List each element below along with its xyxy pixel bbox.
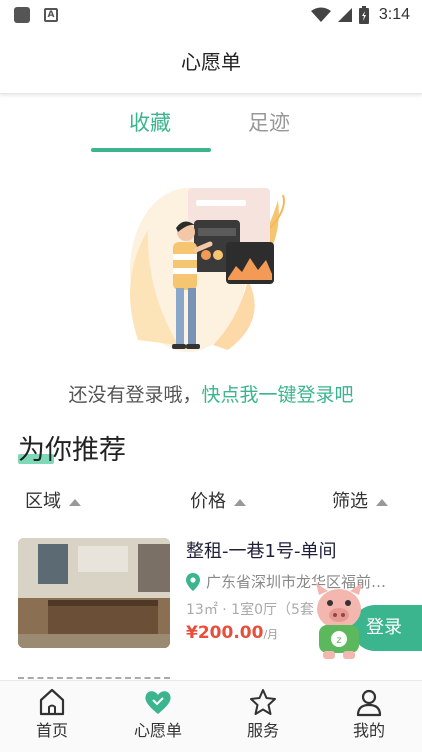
tabbar-label-services: 服务 <box>246 721 279 740</box>
listing-address: 广东省深圳市龙华区福前… <box>186 571 401 593</box>
home-icon <box>39 688 65 716</box>
listing-title: 整租-一巷1号-单间 <box>186 541 337 562</box>
filter-price[interactable]: 价格 <box>190 488 246 516</box>
listing-price: ¥200.00/月 <box>186 621 278 647</box>
active-tab-indicator <box>91 148 211 152</box>
page-title: 心愿单 <box>181 50 241 74</box>
empty-state-illustration <box>130 188 285 352</box>
login-prompt: 还没有登录哦，快点我一键登录吧 <box>0 381 422 409</box>
sort-up-icon <box>376 498 388 506</box>
status-indicators: 3:14 <box>310 5 410 25</box>
tab-favorites[interactable]: 收藏 <box>129 108 171 138</box>
listing-photo <box>18 538 170 648</box>
location-pin-icon <box>186 573 200 591</box>
filter-area-label: 区域 <box>25 491 61 512</box>
wishlist-tabs: 收藏 足迹 <box>0 98 422 156</box>
tabbar-label-mine: 我的 <box>352 721 385 740</box>
cell-signal-icon <box>337 8 352 22</box>
filter-more[interactable]: 筛选 <box>332 488 388 516</box>
filter-more-label: 筛选 <box>332 491 368 512</box>
status-time: 3:14 <box>378 6 410 23</box>
filter-price-label: 价格 <box>190 491 226 512</box>
listing-price-unit: /月 <box>263 628 279 641</box>
svg-text:z: z <box>336 635 341 646</box>
app-header: 心愿单 <box>0 30 422 94</box>
filter-area[interactable]: 区域 <box>25 488 81 516</box>
tabbar-item-home[interactable]: 首页 <box>12 687 92 742</box>
listing-price-value: ¥200.00 <box>186 623 264 643</box>
filter-bar: 区域 价格 筛选 <box>0 488 422 518</box>
recommend-section-title: 为你推荐 <box>18 435 126 466</box>
listing-spec: 13㎡ · 1室0厅（5套 <box>186 602 314 618</box>
notification-square-icon <box>14 7 30 23</box>
status-bar: A 3:14 <box>0 0 422 30</box>
one-click-login-link[interactable]: 快点我一键登录吧 <box>202 384 354 406</box>
tabbar-label-wishlist: 心愿单 <box>133 721 182 740</box>
star-icon <box>250 689 276 715</box>
login-prompt-text: 还没有登录哦， <box>68 384 202 406</box>
floating-login: 登录 z <box>310 583 422 661</box>
wifi-icon <box>310 7 331 22</box>
heart-icon <box>145 691 171 714</box>
bottom-tab-bar: 首页 心愿单 服务 我的 <box>0 680 422 752</box>
tabbar-item-wishlist[interactable]: 心愿单 <box>118 687 198 742</box>
tab-footprints[interactable]: 足迹 <box>248 108 290 138</box>
sort-up-icon <box>234 498 246 506</box>
pig-mascot-icon: z <box>316 583 362 659</box>
sort-up-icon <box>69 498 81 506</box>
tabbar-item-services[interactable]: 服务 <box>223 687 303 742</box>
user-icon <box>356 689 382 717</box>
tabbar-item-mine[interactable]: 我的 <box>329 687 409 742</box>
notification-a-icon: A <box>44 8 58 22</box>
tabbar-label-home: 首页 <box>35 721 68 740</box>
status-notifications: A <box>14 7 58 23</box>
battery-icon <box>358 6 369 24</box>
